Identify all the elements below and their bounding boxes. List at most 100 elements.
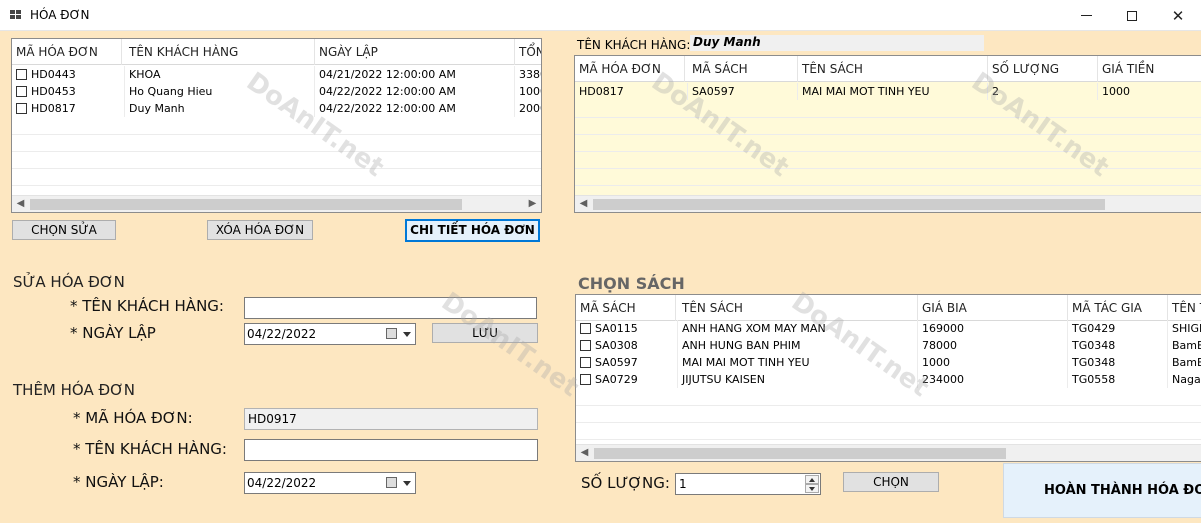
row-checkbox[interactable] — [16, 86, 27, 97]
invoice-grid[interactable]: MÃ HÓA ĐƠN TÊN KHÁCH HÀNG NGÀY LẬP TỔN H… — [11, 38, 542, 213]
total-cell[interactable]: 3380 — [515, 66, 541, 83]
minimize-button[interactable] — [1063, 0, 1109, 31]
author-name-cell[interactable]: Nagat — [1168, 371, 1201, 388]
scroll-thumb[interactable] — [30, 199, 462, 210]
row-id-cell[interactable]: HD0453 — [12, 83, 125, 100]
detail-book-name-cell[interactable]: MAI MAI MOT TINH YEU — [798, 83, 988, 100]
calendar-icon[interactable] — [386, 328, 397, 339]
invoice-detail-grid[interactable]: MÃ HÓA ĐƠN MÃ SÁCH TÊN SÁCH SỐ LƯỢNG GIÁ… — [574, 55, 1201, 213]
total-cell[interactable]: 1000 — [515, 83, 541, 100]
horizontal-scrollbar[interactable]: ◀ ▶ — [12, 195, 541, 212]
add-customer-input[interactable] — [244, 439, 538, 461]
delete-invoice-button[interactable]: XÓA HÓA ĐƠN — [207, 220, 313, 240]
add-date-picker[interactable]: 04/22/2022 — [244, 472, 416, 494]
table-row[interactable]: HD0817 SA0597 MAI MAI MOT TINH YEU 2 100… — [575, 83, 1201, 100]
complete-invoice-button[interactable]: HOÀN THÀNH HÓA ĐƠN — [1003, 463, 1201, 518]
edit-date-picker[interactable]: 04/22/2022 — [244, 323, 416, 345]
row-checkbox[interactable] — [16, 69, 27, 80]
book-id-cell[interactable]: SA0597 — [576, 354, 678, 371]
scroll-thumb[interactable] — [593, 199, 1105, 210]
author-id-cell[interactable]: TG0429 — [1068, 320, 1168, 337]
row-checkbox[interactable] — [580, 374, 591, 385]
customer-cell[interactable]: KHOA — [125, 66, 315, 83]
author-id-cell[interactable]: TG0348 — [1068, 337, 1168, 354]
column-header[interactable]: TÊN SÁCH — [678, 295, 918, 321]
row-checkbox[interactable] — [580, 340, 591, 351]
detail-book-id-cell[interactable]: SA0597 — [688, 83, 798, 100]
total-cell[interactable]: 2000 — [515, 100, 541, 117]
horizontal-scrollbar[interactable]: ◀ — [575, 195, 1201, 212]
book-id-cell[interactable]: SA0308 — [576, 337, 678, 354]
book-id-cell[interactable]: SA0729 — [576, 371, 678, 388]
column-header[interactable]: GIÁ TIỀN — [1098, 56, 1201, 82]
book-price-cell[interactable]: 169000 — [918, 320, 1068, 337]
choose-book-button[interactable]: CHỌN — [843, 472, 939, 492]
column-header[interactable]: TÊN T — [1168, 295, 1201, 321]
row-checkbox[interactable] — [580, 323, 591, 334]
scroll-thumb[interactable] — [594, 448, 1006, 459]
book-name-cell[interactable]: JIJUTSU KAISEN — [678, 371, 918, 388]
book-price-cell[interactable]: 78000 — [918, 337, 1068, 354]
customer-cell[interactable]: Ho Quang Hieu — [125, 83, 315, 100]
row-checkbox[interactable] — [580, 357, 591, 368]
row-id-cell[interactable]: HD0443 — [12, 66, 125, 83]
column-header[interactable]: MÃ HÓA ĐƠN — [575, 56, 685, 82]
scroll-left-icon[interactable]: ◀ — [12, 196, 29, 212]
column-header[interactable]: MÃ TÁC GIA — [1068, 295, 1168, 321]
close-button[interactable]: ✕ — [1155, 0, 1201, 31]
table-row[interactable]: SA0115 ANH HANG XOM MAY MAN 169000 TG042… — [576, 320, 1201, 337]
column-header[interactable]: MÃ SÁCH — [576, 295, 676, 321]
column-header[interactable]: TÊN KHÁCH HÀNG — [125, 39, 315, 65]
row-id-cell[interactable]: HD0817 — [12, 100, 125, 117]
date-cell[interactable]: 04/22/2022 12:00:00 AM — [315, 100, 515, 117]
table-row[interactable]: SA0729 JIJUTSU KAISEN 234000 TG0558 Naga… — [576, 371, 1201, 388]
invoice-detail-button[interactable]: CHI TIẾT HÓA ĐƠN — [405, 219, 540, 242]
add-id-input[interactable]: HD0917 — [244, 408, 538, 430]
chevron-down-icon[interactable] — [403, 332, 411, 337]
column-header[interactable]: TỔN — [515, 39, 541, 65]
column-header[interactable]: GIÁ BIA — [918, 295, 1068, 321]
book-price-cell[interactable]: 234000 — [918, 371, 1068, 388]
maximize-button[interactable] — [1109, 0, 1155, 31]
table-row[interactable]: SA0308 ANH HUNG BAN PHIM 78000 TG0348 Ba… — [576, 337, 1201, 354]
table-row[interactable]: SA0597 MAI MAI MOT TINH YEU 1000 TG0348 … — [576, 354, 1201, 371]
choose-edit-button[interactable]: CHỌN SỬA — [12, 220, 116, 240]
save-button[interactable]: LƯU — [432, 323, 538, 343]
author-id-cell[interactable]: TG0558 — [1068, 371, 1168, 388]
stepper-down-icon[interactable] — [805, 484, 819, 493]
scroll-right-icon[interactable]: ▶ — [524, 196, 541, 212]
scroll-left-icon[interactable]: ◀ — [575, 196, 592, 212]
table-row[interactable]: HD0453 Ho Quang Hieu 04/22/2022 12:00:00… — [12, 83, 541, 100]
book-name-cell[interactable]: MAI MAI MOT TINH YEU — [678, 354, 918, 371]
book-grid[interactable]: MÃ SÁCH TÊN SÁCH GIÁ BIA MÃ TÁC GIA TÊN … — [575, 294, 1201, 462]
column-header[interactable]: MÃ SÁCH — [688, 56, 798, 82]
detail-quantity-cell[interactable]: 2 — [988, 83, 1098, 100]
book-name-cell[interactable]: ANH HUNG BAN PHIM — [678, 337, 918, 354]
table-row[interactable]: HD0443 KHOA 04/21/2022 12:00:00 AM 3380 — [12, 66, 541, 83]
detail-invoice-id-cell[interactable]: HD0817 — [575, 83, 688, 100]
quantity-stepper[interactable]: 1 — [675, 473, 821, 495]
row-checkbox[interactable] — [16, 103, 27, 114]
edit-customer-input[interactable] — [244, 297, 537, 319]
book-name-cell[interactable]: ANH HANG XOM MAY MAN — [678, 320, 918, 337]
column-header[interactable]: MÃ HÓA ĐƠN — [12, 39, 122, 65]
author-name-cell[interactable]: BamB — [1168, 354, 1201, 371]
book-price-cell[interactable]: 1000 — [918, 354, 1068, 371]
horizontal-scrollbar[interactable]: ◀ — [576, 444, 1201, 461]
author-id-cell[interactable]: TG0348 — [1068, 354, 1168, 371]
scroll-left-icon[interactable]: ◀ — [576, 445, 593, 461]
author-name-cell[interactable]: BamB — [1168, 337, 1201, 354]
chevron-down-icon[interactable] — [403, 481, 411, 486]
book-id-cell[interactable]: SA0115 — [576, 320, 678, 337]
table-row[interactable]: HD0817 Duy Manh 04/22/2022 12:00:00 AM 2… — [12, 100, 541, 117]
stepper-up-icon[interactable] — [805, 475, 819, 484]
customer-cell[interactable]: Duy Manh — [125, 100, 315, 117]
detail-price-cell[interactable]: 1000 — [1098, 83, 1201, 100]
author-name-cell[interactable]: SHIGI — [1168, 320, 1201, 337]
date-cell[interactable]: 04/21/2022 12:00:00 AM — [315, 66, 515, 83]
calendar-icon[interactable] — [386, 477, 397, 488]
column-header[interactable]: SỐ LƯỢNG — [988, 56, 1098, 82]
column-header[interactable]: NGÀY LẬP — [315, 39, 515, 65]
column-header[interactable]: TÊN SÁCH — [798, 56, 988, 82]
date-cell[interactable]: 04/22/2022 12:00:00 AM — [315, 83, 515, 100]
